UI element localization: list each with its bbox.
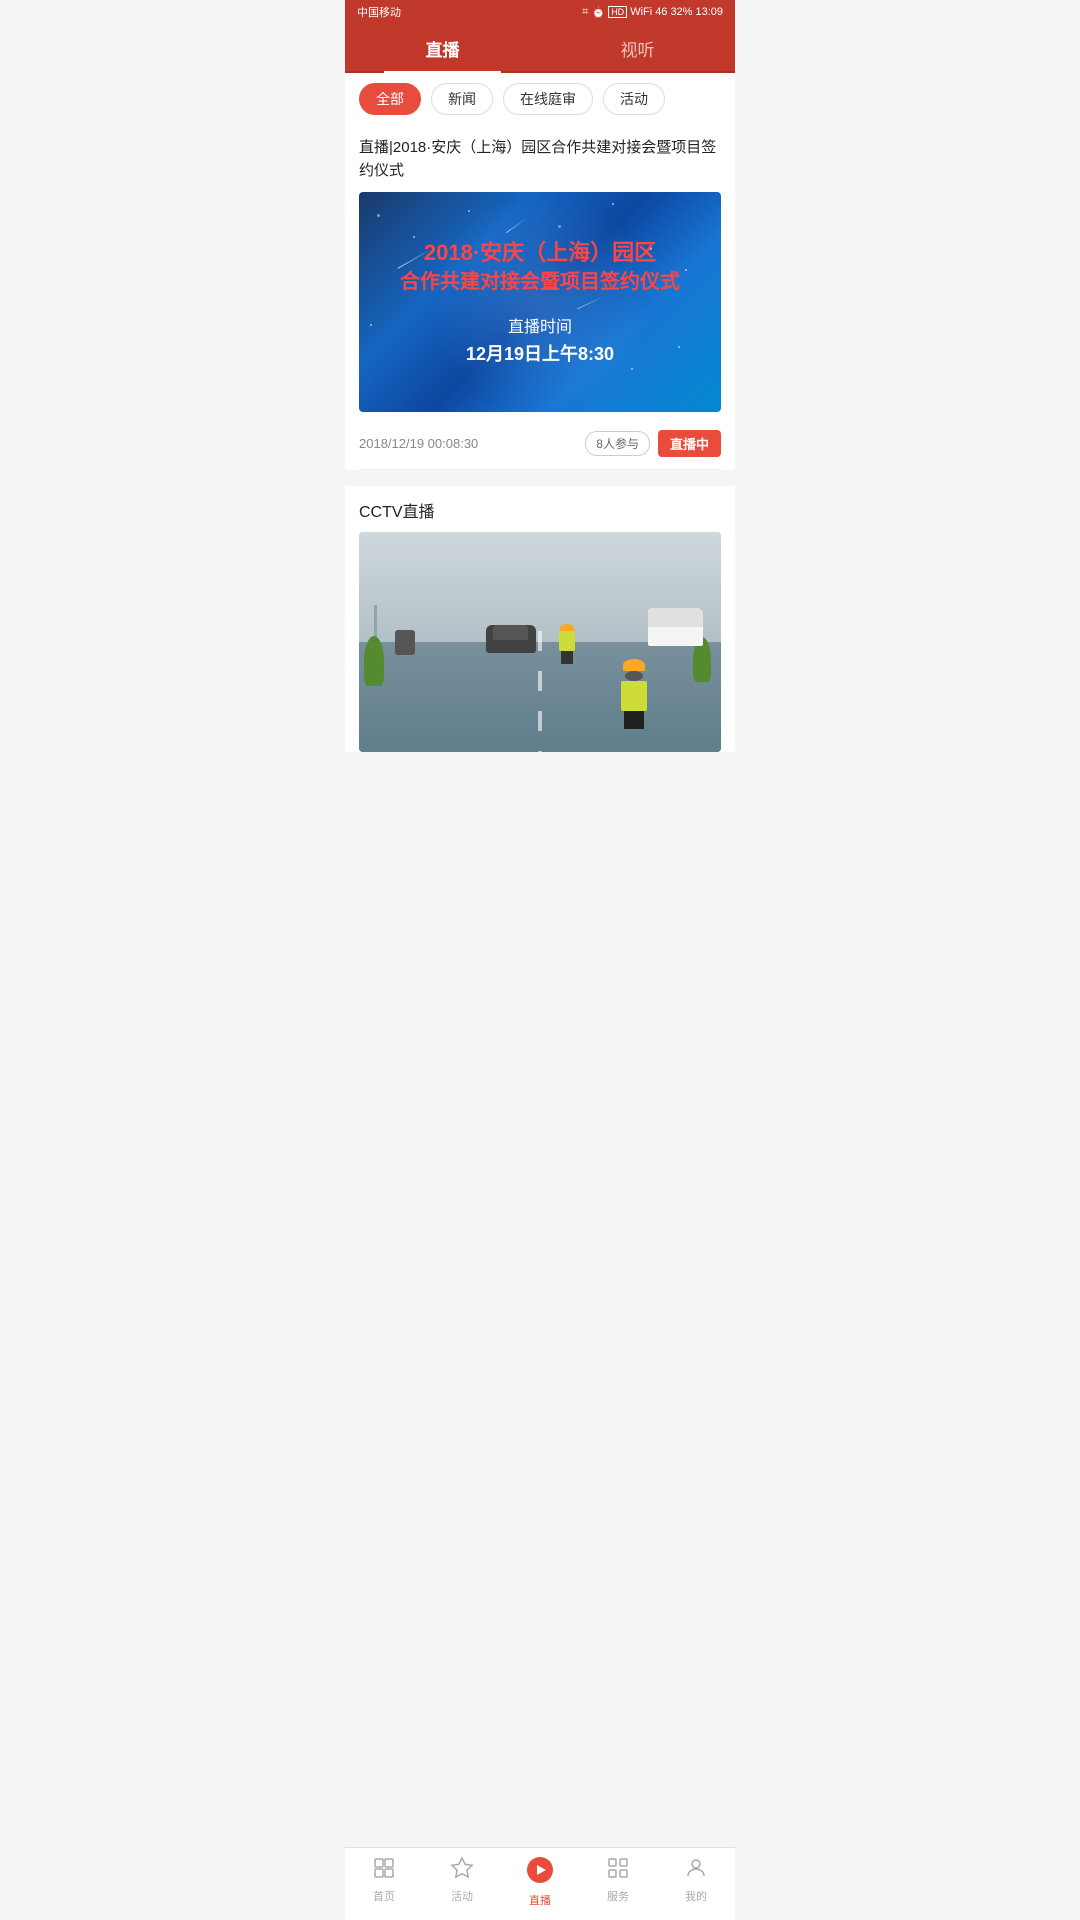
- live-item-1-meta: 2018/12/19 00:08:30 8人参与 直播中: [359, 422, 721, 470]
- status-bar: 中国移动 ⌗ ⏰ HD WiFi 46 32% 13:09: [345, 0, 735, 24]
- home-icon: [372, 1856, 396, 1884]
- van-right: [648, 608, 703, 646]
- banner-time-label: 直播时间: [400, 316, 680, 340]
- divider: [345, 478, 735, 486]
- mine-icon: [684, 1856, 708, 1884]
- live-item-1-title: 直播|2018·安庆（上海）园区合作共建对接会暨项目签约仪式: [359, 137, 721, 182]
- road-line: [538, 631, 542, 752]
- tab-live-label: 直播: [426, 41, 460, 60]
- nav-services-label: 服务: [607, 1888, 629, 1904]
- banner-time-value: 12月19日上午8:30: [400, 340, 680, 366]
- nav-home-label: 首页: [373, 1888, 395, 1904]
- alarm-icon: ⏰: [591, 6, 605, 19]
- filter-news[interactable]: 新闻: [431, 83, 493, 115]
- events-icon: [450, 1856, 474, 1884]
- filter-event-label: 活动: [620, 91, 648, 107]
- car-center: [486, 625, 536, 653]
- nav-live[interactable]: 直播: [501, 1856, 579, 1908]
- status-right: ⌗ ⏰ HD WiFi 46 32% 13:09: [582, 6, 723, 19]
- banner-title-line1: 2018·安庆（上海）园区: [400, 238, 680, 269]
- tab-live[interactable]: 直播: [345, 24, 540, 71]
- bluetooth-icon: ⌗: [582, 6, 588, 19]
- filter-court-label: 在线庭审: [520, 91, 576, 107]
- worker: [619, 659, 649, 719]
- live-item-1-banner[interactable]: 2018·安庆（上海）园区 合作共建对接会暨项目签约仪式 直播时间 12月19日…: [359, 192, 721, 412]
- tab-media[interactable]: 视听: [540, 24, 735, 71]
- nav-events-label: 活动: [451, 1888, 473, 1904]
- time-label: 13:09: [695, 6, 723, 18]
- live-icon: [526, 1856, 554, 1888]
- motorcycle: [395, 630, 415, 655]
- carrier-label: 中国移动: [357, 4, 401, 20]
- filter-all[interactable]: 全部: [359, 83, 421, 115]
- wifi-icon: WiFi: [630, 6, 652, 18]
- live-item-1-actions: 8人参与 直播中: [585, 430, 721, 457]
- main-content: 直播|2018·安庆（上海）园区合作共建对接会暨项目签约仪式: [345, 125, 735, 852]
- live-item-2-thumbnail[interactable]: [359, 532, 721, 752]
- battery-label: 32%: [670, 6, 692, 18]
- bottom-nav: 首页 活动 直播 服务: [345, 1847, 735, 1920]
- banner-text: 2018·安庆（上海）园区 合作共建对接会暨项目签约仪式 直播时间 12月19日…: [400, 238, 680, 367]
- live-item-1-date: 2018/12/19 00:08:30: [359, 436, 478, 451]
- filter-row: 全部 新闻 在线庭审 活动: [345, 73, 735, 125]
- filter-court[interactable]: 在线庭审: [503, 83, 593, 115]
- live-item-2-title: CCTV直播: [359, 498, 721, 522]
- services-icon: [606, 1856, 630, 1884]
- nav-services[interactable]: 服务: [579, 1856, 657, 1908]
- banner-title-line2: 合作共建对接会暨项目签约仪式: [400, 268, 680, 296]
- nav-home[interactable]: 首页: [345, 1856, 423, 1908]
- nav-mine-label: 我的: [685, 1888, 707, 1904]
- worker-bg: [558, 624, 576, 664]
- filter-all-label: 全部: [376, 91, 404, 107]
- signal-label: 46: [655, 6, 667, 18]
- live-status-badge[interactable]: 直播中: [658, 430, 721, 457]
- filter-news-label: 新闻: [448, 91, 476, 107]
- nav-live-label: 直播: [529, 1892, 551, 1908]
- filter-event[interactable]: 活动: [603, 83, 665, 115]
- participants-badge: 8人参与: [585, 431, 650, 456]
- live-item-2[interactable]: CCTV直播: [345, 486, 735, 752]
- tree-left: [364, 636, 384, 686]
- nav-mine[interactable]: 我的: [657, 1856, 735, 1908]
- live-item-1[interactable]: 直播|2018·安庆（上海）园区合作共建对接会暨项目签约仪式: [345, 125, 735, 470]
- top-tabs: 直播 视听: [345, 24, 735, 73]
- nav-events[interactable]: 活动: [423, 1856, 501, 1908]
- hd-icon: HD: [608, 6, 627, 18]
- tab-media-label: 视听: [621, 41, 655, 60]
